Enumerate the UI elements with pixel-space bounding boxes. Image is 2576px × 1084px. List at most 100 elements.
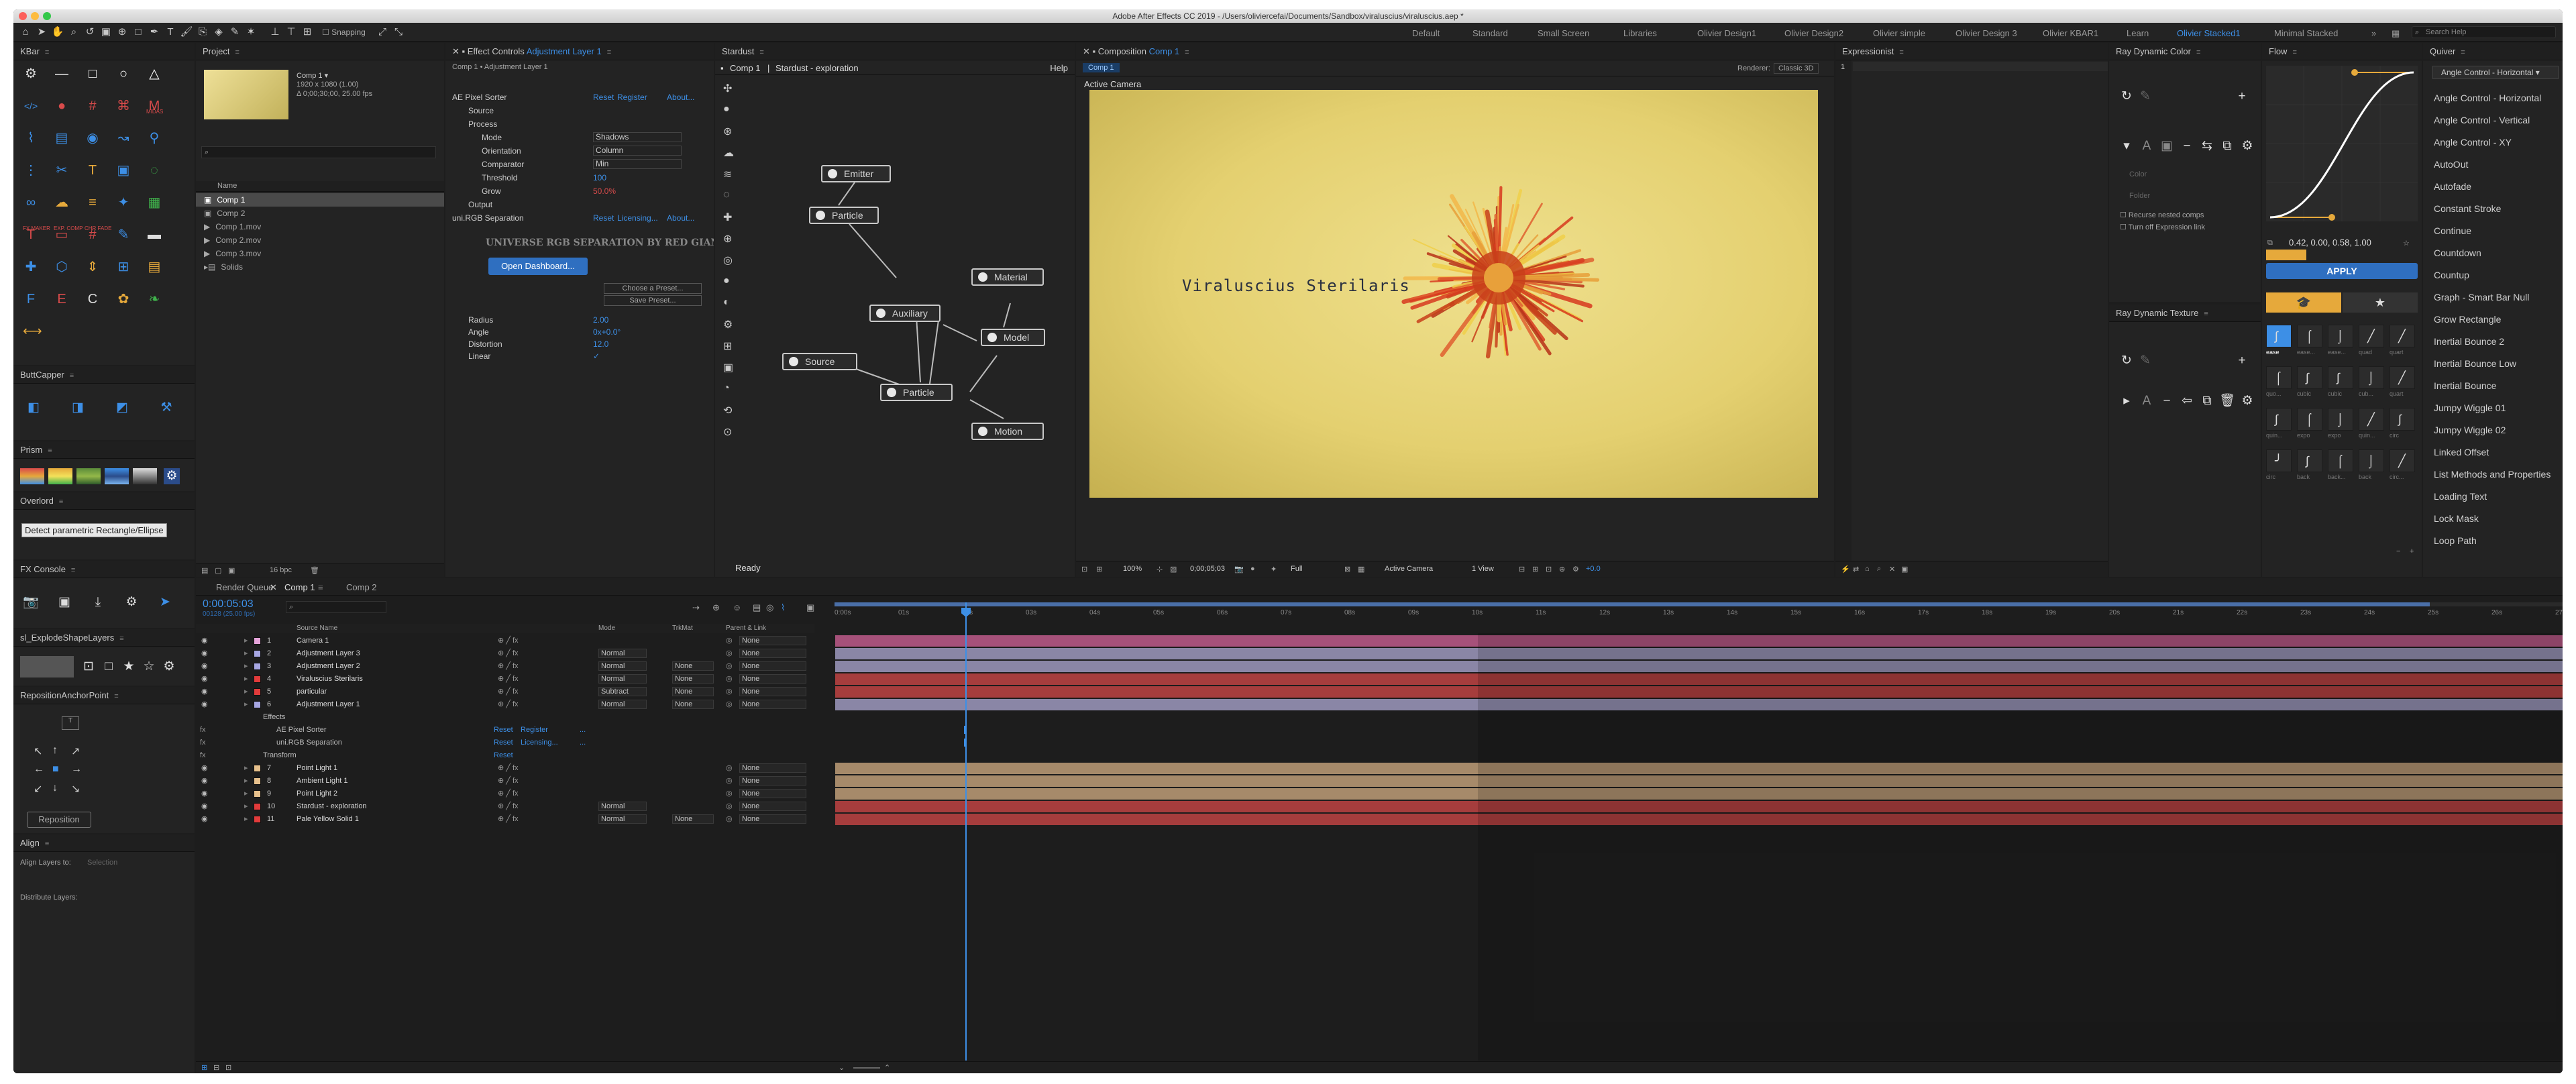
- timeline-icon[interactable]: ⊡: [1546, 565, 1552, 574]
- visibility-eye-icon[interactable]: ◉: [201, 673, 208, 686]
- visibility-eye-icon[interactable]: ◉: [201, 762, 208, 775]
- workspace-menu-icon[interactable]: ▦: [2392, 28, 2400, 39]
- parent-pickwhip-icon[interactable]: ◎: [726, 775, 733, 788]
- layer-name[interactable]: Adjustment Layer 3: [297, 647, 360, 660]
- effect-sub-more[interactable]: ...: [580, 724, 586, 737]
- quiver-item[interactable]: Lock Mask: [2434, 513, 2479, 524]
- anchor-0-icon[interactable]: ↖: [34, 745, 42, 758]
- project-item[interactable]: ▶ Comp 2.mov: [196, 233, 444, 247]
- shy-layers-icon[interactable]: ☺: [733, 602, 741, 612]
- parent-pickwhip-icon[interactable]: ◎: [726, 762, 733, 775]
- kbar-button-41[interactable]: ⟷: [23, 323, 42, 339]
- expand-icon[interactable]: ▸: [244, 813, 248, 826]
- gear-icon[interactable]: ⚙: [2239, 393, 2255, 409]
- kbar-button-11[interactable]: ⌇: [23, 130, 39, 146]
- type-tool-icon[interactable]: T: [164, 25, 177, 39]
- kbar-button-34[interactable]: ⊞: [115, 259, 131, 275]
- panel-menu-icon[interactable]: ≡: [71, 561, 75, 579]
- remove-preset-icon[interactable]: −: [2396, 547, 2400, 555]
- zoom-out-icon[interactable]: ⌄: [839, 1063, 845, 1072]
- zoom-select[interactable]: 100%: [1123, 565, 1142, 573]
- layer-switches[interactable]: ⊕ ╱ fx: [498, 775, 519, 788]
- project-item[interactable]: ▸▤ Solids: [196, 260, 444, 274]
- layer-name[interactable]: Adjustment Layer 1: [297, 698, 360, 711]
- zoom-window-button[interactable]: [43, 12, 51, 20]
- round-cap-icon[interactable]: ◨: [70, 400, 86, 416]
- flow-preset[interactable]: ⌠: [2328, 449, 2353, 472]
- quiver-item[interactable]: Autofade: [2434, 181, 2471, 192]
- flow-preset[interactable]: ∫: [2266, 408, 2292, 431]
- trash-icon[interactable]: 🗑: [310, 566, 319, 575]
- explode-star-outline-icon[interactable]: ☆: [141, 659, 157, 675]
- kbar-button-19[interactable]: ▣: [115, 162, 131, 178]
- comp-current-time[interactable]: 0;00;05;03: [1190, 565, 1225, 573]
- edit-icon[interactable]: ✎: [2137, 89, 2153, 105]
- close-window-button[interactable]: [19, 12, 27, 20]
- layer-name[interactable]: Point Light 1: [297, 762, 337, 775]
- panel-menu-icon[interactable]: ≡: [1899, 44, 1903, 61]
- add-icon[interactable]: +: [2234, 89, 2250, 105]
- reposition-button[interactable]: Reposition: [27, 812, 91, 828]
- effect-param-value[interactable]: 2.00: [593, 314, 608, 326]
- kbar-button-7[interactable]: ●: [54, 98, 70, 114]
- prism-swatch-3[interactable]: [76, 468, 101, 484]
- renderer-select[interactable]: Classic 3D: [1774, 63, 1819, 74]
- layer-name[interactable]: Stardust - exploration: [297, 800, 367, 813]
- transparency-icon[interactable]: ▦: [1358, 565, 1364, 574]
- expand-icon[interactable]: ▸: [244, 698, 248, 711]
- refresh-icon[interactable]: ↻: [2118, 353, 2135, 369]
- panel-menu-icon[interactable]: ≡: [119, 630, 123, 647]
- layer-switches[interactable]: ⊕ ╱ fx: [498, 762, 519, 775]
- prism-swatch-1[interactable]: [20, 468, 44, 484]
- home-icon[interactable]: ⌂: [1865, 565, 1870, 573]
- axis-view-icon[interactable]: ⊞: [301, 25, 314, 39]
- panel-menu-icon[interactable]: ≡: [59, 493, 63, 510]
- send-icon[interactable]: ➤: [157, 594, 173, 610]
- view-layout-select[interactable]: 1 View: [1472, 565, 1494, 573]
- kbar-button-14[interactable]: ↝: [115, 130, 131, 146]
- kbar-button-22[interactable]: ☁: [54, 195, 70, 211]
- text-icon[interactable]: A: [2139, 138, 2155, 154]
- fast-preview-icon[interactable]: ⊞: [1532, 565, 1538, 574]
- layer-row[interactable]: ◉ ▸ 10 Stardust - exploration ⊕ ╱ fx Normal ◎ N…: [196, 800, 813, 813]
- selection-tool-icon[interactable]: ➤: [35, 25, 48, 39]
- stardust-node-model[interactable]: Model: [981, 329, 1045, 346]
- quiver-item[interactable]: Loop Path: [2434, 535, 2477, 546]
- region-of-interest-icon[interactable]: ⊠: [1344, 565, 1350, 574]
- quiver-item[interactable]: Angle Control - Vertical: [2434, 115, 2530, 125]
- effect-reset-link[interactable]: Reset: [593, 212, 614, 224]
- kbar-button-4[interactable]: ○: [115, 66, 131, 82]
- effect-value[interactable]: 100: [593, 172, 606, 184]
- anchor-3-icon[interactable]: ←: [34, 763, 44, 775]
- flow-preset[interactable]: ⌡: [2359, 449, 2384, 472]
- expand-icon[interactable]: ▸: [244, 647, 248, 660]
- playhead[interactable]: [965, 602, 967, 1061]
- kbar-button-25[interactable]: ▦: [146, 195, 162, 211]
- blend-mode-select[interactable]: Normal: [598, 649, 647, 658]
- interpret-footage-icon[interactable]: ▤: [201, 566, 208, 575]
- anchor-4-icon[interactable]: ■: [52, 763, 59, 775]
- kbar-button-12[interactable]: ▤: [54, 130, 70, 146]
- panel-menu-icon[interactable]: ≡: [235, 44, 239, 61]
- swap-icon[interactable]: ⇄: [1853, 565, 1859, 574]
- trkmat-select[interactable]: None: [672, 687, 714, 696]
- graph-editor-icon[interactable]: ⌇: [781, 602, 785, 613]
- layer-switches[interactable]: ⊕ ╱ fx: [498, 673, 519, 686]
- quiver-item[interactable]: Countdown: [2434, 248, 2481, 258]
- effect-sub-label[interactable]: Transform: [263, 749, 297, 762]
- resolution-select[interactable]: Full: [1291, 565, 1303, 573]
- workspace-libraries[interactable]: Libraries: [1623, 28, 1657, 38]
- trkmat-select[interactable]: None: [672, 700, 714, 709]
- anchor-1-icon[interactable]: ↑: [52, 745, 58, 757]
- layer-row[interactable]: ◉ ▸ 11 Pale Yellow Solid 1 ⊕ ╱ fx Normal None ◎…: [196, 813, 813, 826]
- layer-row[interactable]: ◉ ▸ 4 Viraluscius Sterilaris ⊕ ╱ fx Normal Non…: [196, 673, 813, 686]
- layer-name[interactable]: Ambient Light 1: [297, 775, 347, 788]
- panel-menu-icon[interactable]: ≡: [2196, 44, 2200, 61]
- flow-presets-tab[interactable]: 🎓: [2266, 292, 2341, 313]
- workspace-olivier-simple[interactable]: Olivier simple: [1873, 28, 1925, 38]
- fx-icon[interactable]: fx: [200, 737, 206, 749]
- always-preview-icon[interactable]: ⊡: [1081, 565, 1087, 574]
- flow-preset[interactable]: ╱: [2390, 449, 2415, 472]
- frame-blending-icon[interactable]: ▤: [753, 602, 761, 613]
- kbar-button-20[interactable]: ◌: [146, 162, 162, 178]
